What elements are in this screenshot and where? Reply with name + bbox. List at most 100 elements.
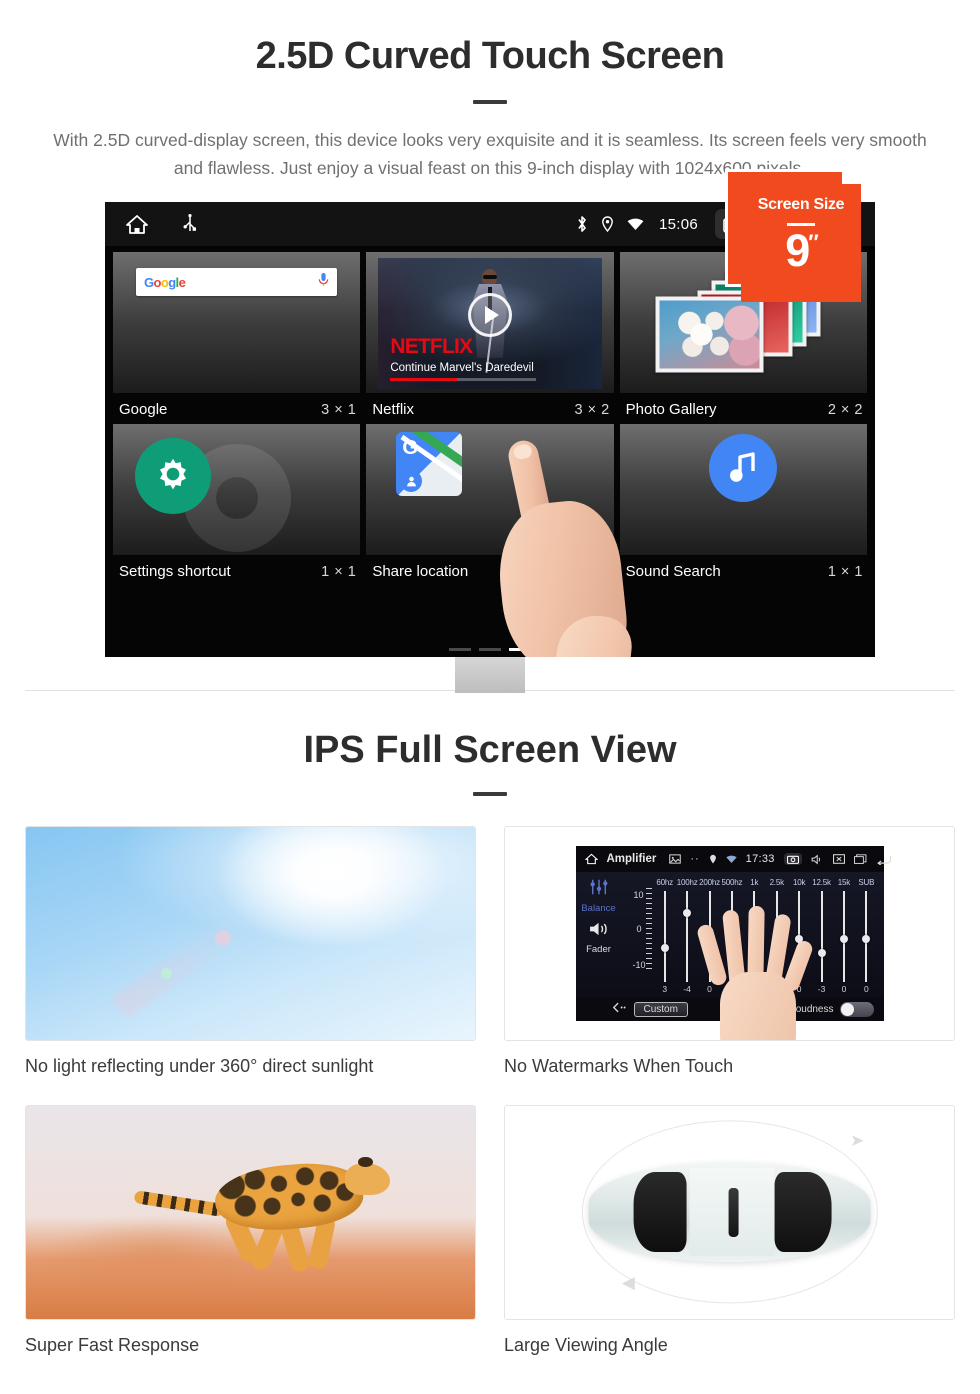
- band-slider-track[interactable]: [862, 891, 871, 983]
- band-slider-knob[interactable]: [817, 949, 826, 958]
- eq-band[interactable]: SUB 0: [855, 874, 877, 997]
- balance-label[interactable]: Balance: [581, 903, 615, 914]
- widget-size: 2 × 2: [827, 401, 863, 418]
- fader-speaker-icon[interactable]: [588, 921, 610, 942]
- eq-band[interactable]: 15k 0: [833, 874, 855, 997]
- netflix-widget-preview[interactable]: NETFLIX Continue Marvel's Daredevil: [366, 252, 614, 394]
- widget-cell-sound-search[interactable]: Sound Search 1 × 1: [619, 424, 867, 586]
- car-top-view-illustration: ➤ ◀: [505, 1105, 954, 1319]
- back-chevron-icon[interactable]: [612, 1002, 626, 1016]
- widget-name: Share location: [372, 563, 469, 581]
- cheetah-tail: [133, 1190, 224, 1217]
- band-frequency-label: 2.5k: [769, 878, 785, 888]
- band-frequency-label: 1k: [750, 878, 759, 888]
- amplifier-equalizer-screenshot: Amplifier ·· 17:33 Balance Fader 10 0 -1…: [575, 846, 891, 1041]
- page-dot-1[interactable]: [449, 648, 471, 652]
- widget-size: 3 × 1: [321, 401, 357, 418]
- feature-card-row-2: Super Fast Response ➤ ◀ Large Viewing An…: [25, 1104, 955, 1357]
- band-slider-knob[interactable]: [839, 934, 848, 943]
- widget-cell-netflix[interactable]: NETFLIX Continue Marvel's Daredevil Netf…: [366, 252, 614, 424]
- feature-caption: Large Viewing Angle: [504, 1334, 668, 1355]
- running-cheetah-photo: [26, 1105, 475, 1319]
- band-value: -4: [683, 984, 691, 995]
- wifi-icon: [726, 855, 737, 864]
- amplifier-image-frame: Amplifier ·· 17:33 Balance Fader 10 0 -1…: [504, 826, 955, 1042]
- cheetah-head: [344, 1163, 390, 1196]
- band-frequency-label: 15k: [837, 878, 851, 888]
- status-bar-left-group: [125, 214, 197, 235]
- recent-apps-icon[interactable]: [853, 854, 867, 865]
- band-slider-knob[interactable]: [862, 934, 871, 943]
- band-slider-track[interactable]: [660, 891, 669, 983]
- google-logo: Google: [144, 274, 186, 290]
- preset-custom-button[interactable]: Custom: [633, 1001, 688, 1017]
- sound-search-widget-preview[interactable]: [619, 424, 867, 556]
- band-slider-knob[interactable]: [660, 943, 669, 952]
- band-frequency-label: 100hz: [676, 878, 698, 888]
- person-avatar-icon: [400, 470, 423, 493]
- band-slider-track[interactable]: [817, 891, 826, 983]
- page-dot-2[interactable]: [479, 648, 501, 652]
- widget-meta-share-location: Share location 1 × 1: [366, 555, 613, 586]
- widget-size: 1 × 1: [574, 563, 610, 580]
- status-bar-clock: 15:06: [658, 215, 698, 233]
- google-search-bar[interactable]: Google: [136, 268, 338, 297]
- band-frequency-label: 10k: [792, 878, 806, 888]
- widget-size: 1 × 1: [827, 563, 863, 580]
- microphone-icon[interactable]: [318, 272, 329, 293]
- widget-cell-share-location[interactable]: G Share location 1 × 1: [366, 424, 614, 586]
- share-location-widget-preview[interactable]: G: [366, 424, 614, 556]
- home-icon[interactable]: [125, 214, 149, 235]
- loudness-toggle[interactable]: [839, 1001, 874, 1017]
- page-indicator-dots[interactable]: [449, 648, 531, 652]
- close-box-icon[interactable]: [832, 854, 845, 865]
- camera-icon[interactable]: [783, 853, 802, 866]
- netflix-brand-text: NETFLIX: [390, 335, 473, 359]
- widget-cell-google[interactable]: Google Google 3 × 1: [113, 252, 361, 424]
- more-dots-icon[interactable]: ··: [690, 853, 699, 865]
- music-note-icon[interactable]: [709, 434, 778, 503]
- sunlight-sky-photo: [26, 827, 475, 1041]
- widget-meta-photo-gallery: Photo Gallery 2 × 2: [620, 393, 867, 424]
- wifi-icon: [627, 218, 644, 231]
- feature-caption: Super Fast Response: [25, 1334, 200, 1355]
- equalizer-panel: 10 0 -10 60hz 3 100hz -4 200hz 0 500hz 1…: [622, 872, 884, 1041]
- band-frequency-label: SUB: [858, 878, 875, 888]
- scale-min: -10: [632, 960, 646, 971]
- page-dot-3-active[interactable]: [509, 648, 531, 652]
- rotation-arrow-right: ➤: [849, 1131, 865, 1151]
- gear-icon[interactable]: [135, 438, 211, 515]
- back-arrow-icon[interactable]: [876, 854, 892, 865]
- widget-cell-settings[interactable]: Settings shortcut 1 × 1: [113, 424, 361, 586]
- band-slider-track[interactable]: [683, 891, 692, 983]
- usb-icon[interactable]: [183, 214, 197, 234]
- picture-icon[interactable]: [669, 854, 682, 864]
- character-glasses: [482, 274, 497, 279]
- widget-meta-sound-search: Sound Search 1 × 1: [620, 555, 867, 586]
- widget-meta-settings: Settings shortcut 1 × 1: [113, 555, 360, 586]
- balance-sliders-icon[interactable]: [588, 878, 610, 901]
- band-slider-track[interactable]: [839, 891, 848, 983]
- home-icon[interactable]: [584, 853, 598, 865]
- screen-stand-foot: [455, 657, 525, 694]
- curved-touch-screen-section: 2.5D Curved Touch Screen With 2.5D curve…: [0, 0, 980, 694]
- widget-name: Sound Search: [625, 563, 721, 581]
- band-value: 3: [662, 984, 668, 995]
- equalizer-scale: 10 0 -10: [624, 874, 654, 997]
- location-pin-icon: [601, 216, 614, 233]
- car-rear-window: [774, 1172, 832, 1253]
- location-pin-icon: [709, 854, 717, 865]
- google-maps-icon[interactable]: G: [396, 432, 463, 497]
- badge-value: 9: [785, 225, 810, 277]
- eq-band[interactable]: 100hz -4: [676, 874, 698, 997]
- band-slider-knob[interactable]: [683, 909, 692, 918]
- google-search-widget-preview[interactable]: Google: [113, 252, 361, 394]
- fader-label[interactable]: Fader: [586, 944, 611, 955]
- hand-finger-1: [695, 923, 728, 988]
- play-icon[interactable]: [467, 292, 512, 337]
- car-roof: [689, 1168, 775, 1257]
- settings-shortcut-widget-preview[interactable]: [113, 424, 361, 556]
- volume-icon[interactable]: [811, 854, 824, 865]
- eq-band[interactable]: 60hz 3: [654, 874, 676, 997]
- feature-card-viewing-angle: ➤ ◀ Large Viewing Angle: [504, 1104, 955, 1357]
